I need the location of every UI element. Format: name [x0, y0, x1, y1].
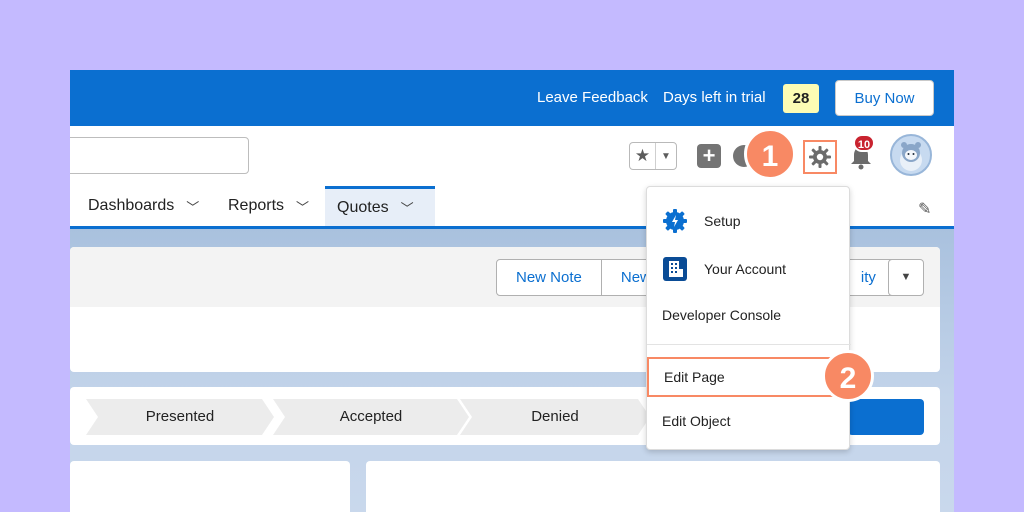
- user-avatar[interactable]: [890, 134, 932, 176]
- setup-gear-icon: [662, 208, 688, 234]
- menu-item-label: Edit Page: [664, 369, 725, 385]
- menu-item-setup[interactable]: Setup: [647, 201, 851, 241]
- detail-card-left: [70, 461, 350, 512]
- menu-item-edit-object[interactable]: Edit Object: [647, 401, 851, 441]
- menu-item-label: Setup: [704, 213, 741, 229]
- global-actions-plus-icon[interactable]: +: [697, 144, 721, 168]
- path-stage[interactable]: Presented: [86, 399, 274, 435]
- menu-item-label: Edit Object: [662, 413, 731, 429]
- tab-label: Dashboards: [88, 197, 175, 214]
- new-note-button[interactable]: New Note: [497, 260, 602, 295]
- detail-card-right: [366, 461, 940, 512]
- tab-label: Reports: [228, 197, 285, 214]
- setup-menu: Setup Your Account Developer Console Edi…: [646, 186, 851, 450]
- days-left-badge: 28: [783, 84, 819, 113]
- leave-feedback-link[interactable]: Leave Feedback: [537, 89, 648, 106]
- tab-reports[interactable]: Reports ﹀: [216, 186, 321, 226]
- astro-avatar-icon: [900, 142, 922, 171]
- days-left-label: Days left in trial: [663, 89, 766, 106]
- step-marker-1: 1: [744, 128, 796, 180]
- path-stage[interactable]: Denied: [460, 399, 650, 435]
- menu-item-edit-page[interactable]: Edit Page: [647, 357, 851, 397]
- menu-item-developer-console[interactable]: Developer Console: [647, 295, 851, 335]
- notification-count-badge: 10: [853, 134, 875, 152]
- setup-gear-button[interactable]: [803, 140, 837, 174]
- more-actions-dropdown[interactable]: ▼: [888, 259, 924, 296]
- star-icon[interactable]: ★: [630, 143, 656, 169]
- edit-nav-pencil-icon[interactable]: ✎: [918, 199, 931, 219]
- chevron-down-icon[interactable]: ﹀: [186, 197, 199, 216]
- menu-item-label: Your Account: [704, 261, 786, 277]
- mark-status-button[interactable]: [848, 399, 924, 435]
- tab-label: Quotes: [337, 198, 389, 216]
- menu-item-label: Developer Console: [662, 307, 782, 323]
- menu-divider: [647, 344, 851, 345]
- step-marker-2: 2: [822, 350, 874, 402]
- trial-bar: Leave Feedback Days left in trial 28 Buy…: [70, 70, 954, 126]
- tab-quotes[interactable]: Quotes ﹀: [325, 186, 435, 226]
- chevron-down-icon[interactable]: ﹀: [401, 198, 414, 217]
- buy-now-button[interactable]: Buy Now: [835, 80, 934, 116]
- tab-dashboards[interactable]: Dashboards ﹀: [76, 186, 211, 226]
- menu-item-your-account[interactable]: Your Account: [647, 249, 851, 289]
- gear-icon: [809, 146, 831, 168]
- favorites-dropdown-caret-icon[interactable]: ▼: [656, 143, 676, 169]
- search-input[interactable]: [70, 137, 249, 174]
- global-header: ★ ▼ + 1 10: [70, 126, 954, 186]
- building-icon: [662, 256, 688, 282]
- favorites-button-group: ★ ▼: [629, 142, 677, 170]
- path-stage[interactable]: Accepted: [273, 399, 469, 435]
- chevron-down-icon[interactable]: ﹀: [296, 197, 309, 216]
